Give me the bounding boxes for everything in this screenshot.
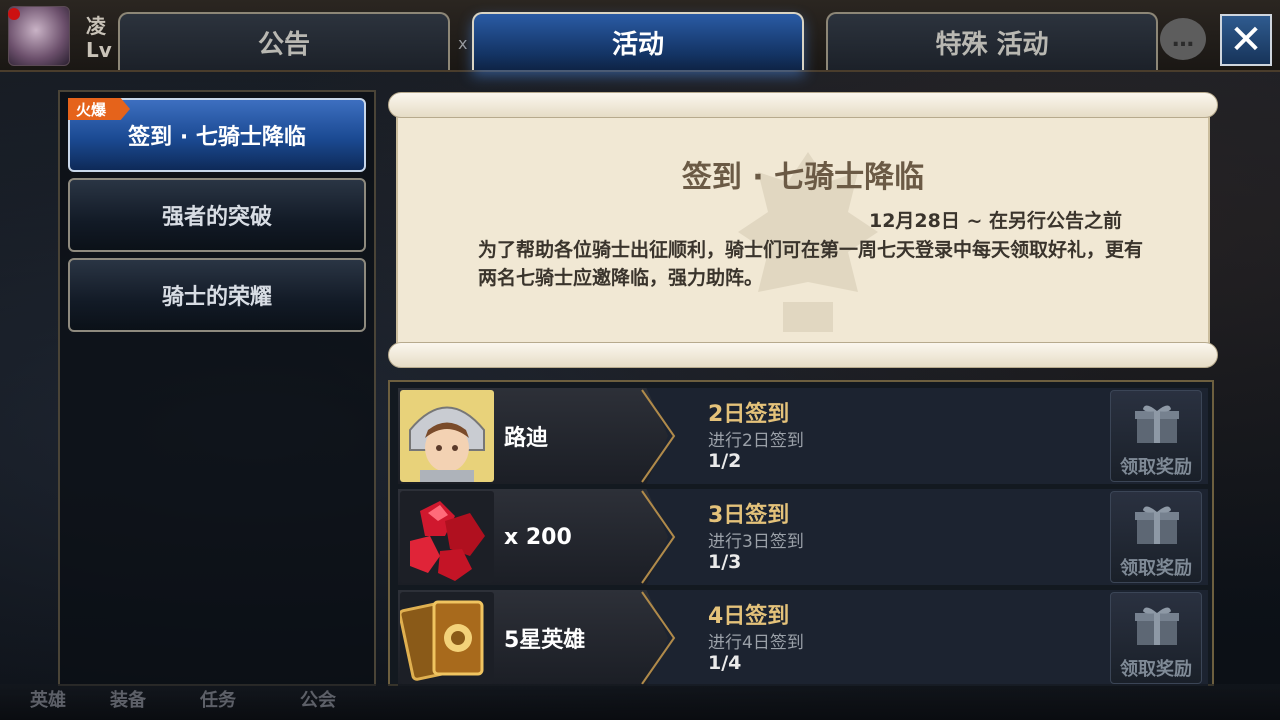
reward-name: x 200 [504, 524, 572, 550]
list-item: 5星英雄 4日签到 进行4日签到 1/4 领取奖励 [398, 590, 1208, 686]
event-title: 签到 · 七骑士降临 [681, 160, 925, 195]
sidebar-item-checkin[interactable]: 火爆 签到 · 七骑士降临 [68, 98, 366, 172]
chevron-right-icon [641, 591, 676, 685]
claim-label: 领取奖励 [1120, 457, 1192, 478]
sidebar-item-label: 骑士的荣耀 [161, 285, 272, 310]
gift-icon [1135, 506, 1179, 544]
reward-progress: 1/3 [708, 551, 742, 573]
reward-subtitle: 进行3日签到 [708, 532, 804, 552]
claim-label: 领取奖励 [1120, 558, 1192, 579]
reward-title: 3日签到 [708, 503, 790, 528]
reward-subtitle: 进行4日签到 [708, 633, 804, 653]
event-scroll: 签到 · 七骑士降临 12月28日 ~ 在另行公告之前 为了帮助各位骑士出征顺利… [388, 92, 1218, 368]
event-description: 为了帮助各位骑士出征顺利，骑士们可在第一周七天登录中每天领取好礼，更有两名七骑士… [478, 239, 1144, 289]
claim-label: 领取奖励 [1120, 659, 1192, 680]
reward-progress: 1/2 [708, 450, 742, 472]
ruby-gems-icon [400, 491, 494, 583]
reward-name: 5星英雄 [504, 628, 586, 653]
chevron-right-icon [641, 389, 676, 483]
chevron-right-icon [641, 490, 676, 584]
gift-icon [1135, 405, 1179, 443]
player-level: Lv [86, 38, 112, 62]
claim-reward-button[interactable]: 领取奖励 [1110, 390, 1202, 482]
tab-special-events[interactable]: 特殊 活动 [826, 12, 1158, 70]
sidebar-item-breakthrough[interactable]: 强者的突破 [68, 178, 366, 252]
sidebar-item-label: 签到 · 七骑士降临 [128, 125, 306, 150]
list-item: x 200 3日签到 进行3日签到 1/3 领取奖励 [398, 489, 1208, 585]
reward-title: 2日签到 [708, 402, 790, 427]
reward-title: 4日签到 [708, 604, 790, 629]
player-name: 凌 [86, 14, 106, 38]
claim-reward-button[interactable]: 领取奖励 [1110, 592, 1202, 684]
reward-subtitle: 进行2日签到 [708, 431, 804, 451]
event-sidebar: 火爆 签到 · 七骑士降临 强者的突破 骑士的荣耀 [58, 90, 376, 686]
close-button[interactable]: ✕ [1220, 14, 1272, 66]
sidebar-item-glory[interactable]: 骑士的荣耀 [68, 258, 366, 332]
reward-name: 路迪 [504, 426, 549, 451]
list-item: 路迪 2日签到 进行2日签到 1/2 领取奖励 [398, 388, 1208, 484]
event-date: 12月28日 ~ 在另行公告之前 [868, 210, 1122, 232]
gift-icon [1135, 607, 1179, 645]
scroll-bottom-roll [388, 342, 1218, 368]
bottom-nav-item[interactable]: 任务 [200, 686, 236, 712]
tab-divider: x [458, 34, 468, 53]
claim-reward-button[interactable]: 领取奖励 [1110, 491, 1202, 583]
bottom-nav: 英雄 装备 任务 公会 [0, 684, 1280, 720]
reward-list: 路迪 2日签到 进行2日签到 1/2 领取奖励 x 200 3日签到 进行3日签… [388, 380, 1214, 686]
bottom-nav-item[interactable]: 公会 [300, 686, 336, 712]
top-bar: 凌 Lv 公告 x 活动 特殊 活动 … ✕ [0, 0, 1280, 72]
bottom-nav-item[interactable]: 装备 [110, 686, 146, 712]
hero-cards-icon [400, 592, 494, 684]
knight-portrait-icon [400, 390, 494, 482]
tab-announcement[interactable]: 公告 [118, 12, 450, 70]
bottom-nav-item[interactable]: 英雄 [30, 686, 66, 712]
scroll-top-roll [388, 92, 1218, 118]
sidebar-item-label: 强者的突破 [161, 205, 272, 230]
notification-dot [8, 8, 20, 20]
tab-events[interactable]: 活动 [472, 12, 804, 70]
chat-icon[interactable]: … [1160, 18, 1206, 60]
hot-badge: 火爆 [68, 98, 130, 120]
reward-progress: 1/4 [708, 652, 742, 674]
